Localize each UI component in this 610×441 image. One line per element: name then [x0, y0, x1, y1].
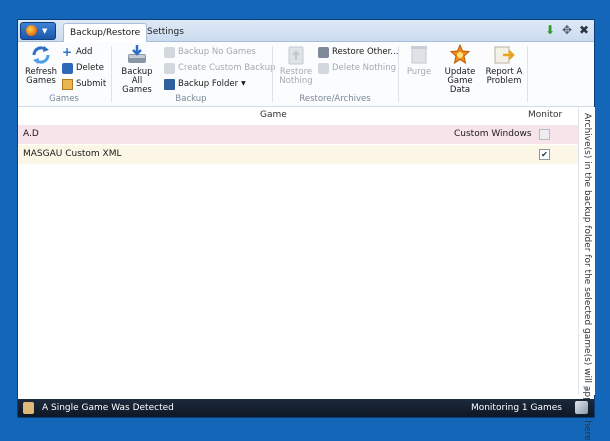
monitor-column-header[interactable]: Monitor [528, 110, 562, 120]
backup-group: Backup All Games Backup No Games Create … [113, 42, 275, 106]
restore-other-icon [318, 46, 329, 58]
monitor-status-icon[interactable] [575, 401, 588, 414]
restore-window-icon[interactable]: ✥ [561, 23, 573, 37]
scroll-down-icon[interactable]: ▼ [583, 385, 588, 393]
status-right-text: Monitoring 1 Games [470, 403, 562, 413]
monitor-checkbox[interactable] [539, 129, 550, 140]
purge-icon [407, 44, 431, 66]
backup-folder-dropdown[interactable]: Backup Folder ▼ [164, 77, 246, 91]
backup-none-icon [164, 46, 175, 58]
restore-nothing-button[interactable]: Restore Nothing [276, 44, 316, 86]
download-icon[interactable]: ⬇ [544, 23, 556, 37]
restore-icon [284, 44, 308, 66]
backup-folder-label: Backup Folder [178, 79, 239, 89]
game-info: Custom Windows [454, 129, 532, 139]
purge-label: Purge [406, 67, 432, 77]
games-group-label: Games [49, 94, 79, 104]
group-divider [111, 46, 112, 102]
add-button[interactable]: + Add [62, 45, 92, 59]
delete-icon [62, 62, 73, 74]
restore-other-button[interactable]: Restore Other... [318, 45, 398, 59]
tab-backup-restore[interactable]: Backup/Restore [63, 23, 148, 42]
delete-nothing-label: Delete Nothing [332, 63, 397, 73]
create-custom-backup-label: Create Custom Backup [178, 63, 276, 73]
restore-nothing-label: Restore Nothing [279, 67, 313, 86]
update-game-data-button[interactable]: Update Game Data [438, 43, 482, 95]
main-window: ▼ Backup/Restore Settings ⬇ ✥ ✖ Refresh … [17, 19, 595, 441]
purge-button[interactable]: Purge [402, 44, 436, 77]
delete-label: Delete [76, 63, 104, 73]
restore-other-label: Restore Other... [332, 47, 399, 57]
plus-icon: + [62, 44, 73, 59]
add-label: Add [76, 47, 93, 57]
restore-archives-group: Restore Nothing Restore Other... Delete … [274, 42, 398, 106]
backup-no-games-label: Backup No Games [178, 47, 256, 57]
backup-no-games-button[interactable]: Backup No Games [164, 45, 256, 59]
submit-button[interactable]: Submit [62, 77, 106, 91]
submit-label: Submit [76, 79, 107, 89]
backup-group-label: Backup [175, 94, 207, 104]
create-custom-backup-button[interactable]: Create Custom Backup [164, 61, 275, 75]
report-icon [492, 44, 516, 66]
report-problem-label: Report A Problem [485, 67, 523, 86]
group-divider [527, 46, 528, 102]
table-row[interactable]: MASGAU Custom XML ✔ [18, 145, 578, 164]
backup-drive-icon [125, 44, 149, 66]
chevron-down-icon: ▼ [241, 80, 246, 87]
app-orb-icon [26, 25, 37, 36]
status-bar: A Single Game Was Detected Monitoring 1 … [18, 399, 594, 417]
close-icon[interactable]: ✖ [578, 23, 590, 37]
backup-all-games-label: Backup All Games [121, 67, 153, 95]
archive-panel: Archive(s) in the backup folder for the … [578, 107, 595, 441]
app-menu-button[interactable]: ▼ [20, 22, 56, 40]
game-name: MASGAU Custom XML [23, 149, 122, 159]
update-star-icon [448, 43, 472, 66]
report-problem-button[interactable]: Report A Problem [484, 44, 524, 86]
game-column-header[interactable]: Game [260, 110, 287, 120]
archive-panel-text: Archive(s) in the backup folder for the … [582, 113, 592, 441]
table-row[interactable]: A.D Custom Windows [18, 125, 578, 144]
title-tab-strip: ▼ Backup/Restore Settings ⬇ ✥ ✖ [18, 20, 594, 42]
envelope-icon [62, 78, 73, 90]
tab-settings[interactable]: Settings [141, 23, 190, 41]
refresh-games-button[interactable]: Refresh Games [22, 44, 60, 86]
delete-archive-icon [318, 62, 329, 74]
game-name: A.D [23, 129, 39, 139]
folder-icon [164, 78, 175, 90]
monitor-checkbox[interactable]: ✔ [539, 149, 550, 160]
group-divider [272, 46, 273, 102]
game-list-header: Game Monitor [18, 107, 578, 123]
update-game-data-label: Update Game Data [444, 67, 476, 95]
restore-group-label: Restore/Archives [299, 94, 371, 104]
ribbon: Refresh Games + Add Delete Submit Games [18, 42, 594, 107]
group-divider [398, 46, 399, 102]
refresh-icon [29, 44, 53, 66]
game-detected-icon [23, 402, 34, 414]
delete-nothing-button[interactable]: Delete Nothing [318, 61, 396, 75]
status-left-text: A Single Game Was Detected [42, 403, 174, 413]
delete-button[interactable]: Delete [62, 61, 104, 75]
backup-all-games-button[interactable]: Backup All Games [115, 44, 159, 95]
chevron-down-icon: ▼ [42, 27, 48, 35]
games-group: Refresh Games + Add Delete Submit Games [18, 42, 110, 106]
custom-backup-icon [164, 62, 175, 74]
refresh-games-label: Refresh Games [24, 67, 58, 86]
